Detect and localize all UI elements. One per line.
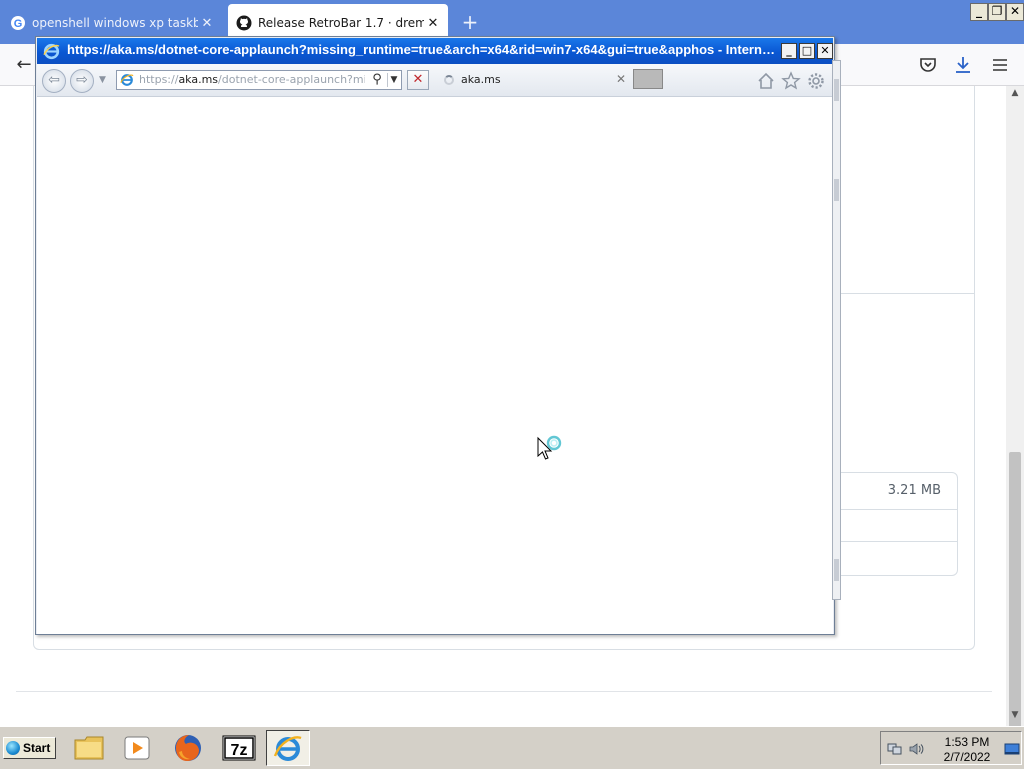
ie-tab-label: aka.ms <box>461 73 501 86</box>
google-icon: G <box>11 16 25 30</box>
busy-cursor-icon <box>537 435 562 460</box>
home-icon[interactable] <box>756 71 776 91</box>
scroll-segment <box>834 179 839 201</box>
tab-close-icon[interactable]: ✕ <box>424 16 442 31</box>
download-icon[interactable] <box>951 53 975 77</box>
tab-close-icon[interactable]: ✕ <box>198 16 216 31</box>
ie-address-bar[interactable]: https://aka.ms/dotnet-core-applaunch?mis… <box>116 70 402 90</box>
svg-text:G: G <box>14 18 23 30</box>
taskbar-7-zip[interactable]: 7z <box>217 730 261 766</box>
folder-icon <box>74 736 104 760</box>
ie-titlebar[interactable]: https://aka.ms/dotnet-core-applaunch?mis… <box>37 38 833 64</box>
address-path: /dotnet-core-applaunch?missing_ <box>218 73 365 86</box>
taskbar-file-explorer[interactable] <box>67 730 111 766</box>
new-tab-button[interactable]: + <box>458 10 482 34</box>
firefox-scrollbar[interactable]: ▲ ▼ <box>1006 86 1024 762</box>
ie-new-tab-button[interactable] <box>633 69 663 89</box>
favorites-star-icon[interactable] <box>781 71 801 91</box>
taskbar: Start 7z 1:53 PM 2/7/2022 <box>0 726 1024 769</box>
scroll-segment <box>834 79 839 101</box>
gear-icon[interactable] <box>806 71 826 91</box>
system-tray: 1:53 PM 2/7/2022 <box>880 731 1022 765</box>
internet-explorer-icon <box>273 736 302 761</box>
show-desktop-icon[interactable] <box>1004 741 1020 757</box>
ie-address-text: https://aka.ms/dotnet-core-applaunch?mis… <box>139 73 365 86</box>
taskbar-media-player[interactable] <box>115 730 159 766</box>
asset-row-divider <box>834 541 957 542</box>
internet-explorer-icon <box>43 43 60 60</box>
ie-close-icon[interactable]: ✕ <box>817 43 833 59</box>
ie-forward-icon[interactable]: ⇨ <box>70 69 94 93</box>
firefox-icon <box>175 735 201 761</box>
loading-spinner-icon <box>444 75 454 85</box>
address-host: aka.ms <box>178 73 219 86</box>
ie-minimize-icon[interactable]: _ <box>781 43 797 59</box>
assets-list: 3.21 MB <box>834 472 958 576</box>
network-icon[interactable] <box>887 741 903 757</box>
taskbar-internet-explorer[interactable] <box>266 730 310 766</box>
ie-maximize-icon[interactable]: □ <box>799 43 815 59</box>
ie-search-icon[interactable]: ⚲ <box>369 72 385 88</box>
tab-title: openshell windows xp taskbar - Go <box>32 16 198 30</box>
windows-orb-icon <box>6 741 20 755</box>
release-divider <box>834 293 975 294</box>
media-player-icon <box>124 736 150 760</box>
ie-stop-button[interactable]: ✕ <box>407 70 429 90</box>
7-zip-icon: 7z <box>222 735 256 761</box>
scroll-segment <box>834 559 839 581</box>
ie-toolbar: ⇦ ⇨ ▼ https://aka.ms/dotnet-core-applaun… <box>37 64 833 97</box>
scroll-down-icon[interactable]: ▼ <box>1006 708 1024 722</box>
ie-back-icon[interactable]: ⇦ <box>42 69 66 93</box>
volume-icon[interactable] <box>908 741 924 757</box>
svg-text:7z: 7z <box>231 742 248 759</box>
tray-clock[interactable]: 1:53 PM 2/7/2022 <box>936 735 998 765</box>
page-footer-divider <box>16 691 992 692</box>
clock-time: 1:53 PM <box>944 735 990 749</box>
clock-date: 2/7/2022 <box>943 750 991 764</box>
menu-icon[interactable] <box>988 53 1012 77</box>
close-icon[interactable]: ✕ <box>1006 3 1024 21</box>
asset-size: 3.21 MB <box>887 483 941 498</box>
ie-address-dropdown-icon[interactable]: ▼ <box>387 73 400 87</box>
minimize-icon[interactable]: _ <box>970 3 988 21</box>
back-arrow-icon[interactable]: ← <box>12 54 36 76</box>
ie-background-scroll-edge <box>832 60 841 600</box>
ie-tab-aka-ms[interactable]: aka.ms ✕ <box>438 68 630 92</box>
ie-history-dropdown-icon[interactable]: ▼ <box>99 75 106 85</box>
taskbar-firefox[interactable] <box>166 730 210 766</box>
tab-title: Release RetroBar 1.7 · dremin/Ret <box>258 16 424 30</box>
scroll-up-icon[interactable]: ▲ <box>1006 86 1024 100</box>
asset-row-divider <box>834 509 957 510</box>
ie-tab-close-icon[interactable]: ✕ <box>616 72 626 86</box>
start-label: Start <box>23 741 51 755</box>
restore-icon[interactable]: ❐ <box>988 3 1006 21</box>
github-icon <box>236 15 252 31</box>
pocket-icon[interactable] <box>916 53 940 77</box>
ie-page-content[interactable] <box>37 97 833 634</box>
ie-window-title: https://aka.ms/dotnet-core-applaunch?mis… <box>67 42 779 57</box>
address-scheme: https:// <box>139 73 179 86</box>
internet-explorer-icon <box>120 74 134 86</box>
internet-explorer-window: https://aka.ms/dotnet-core-applaunch?mis… <box>35 36 835 635</box>
start-button[interactable]: Start <box>3 737 56 759</box>
